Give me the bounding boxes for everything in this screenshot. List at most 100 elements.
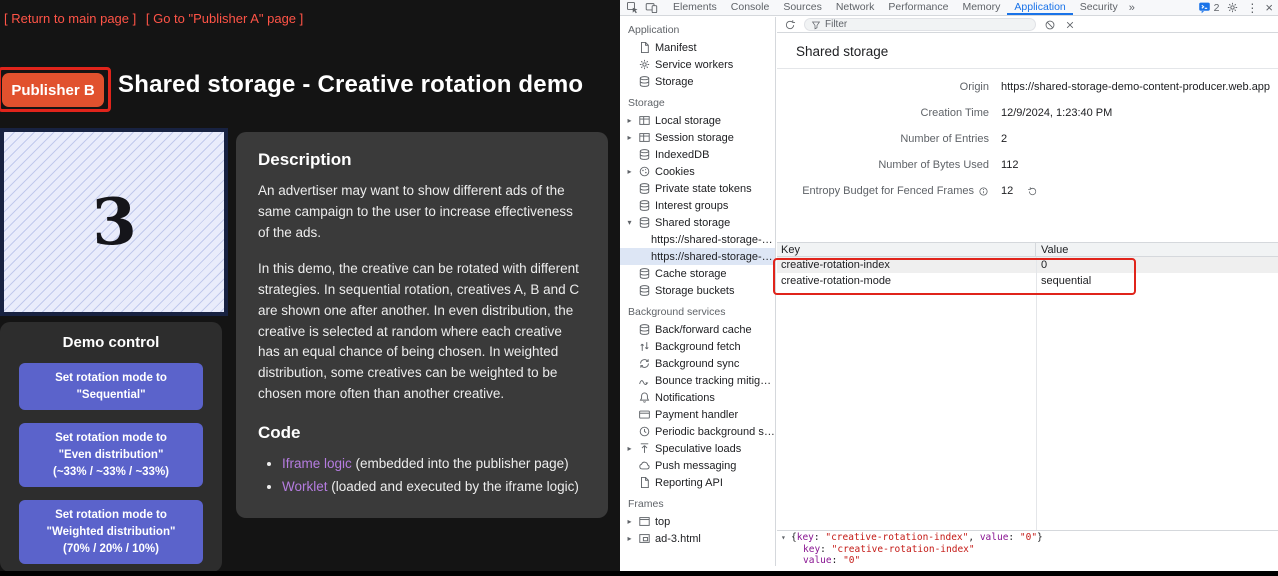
sidebar-item-label: https://shared-storage-d… xyxy=(651,251,775,263)
table-icon xyxy=(638,114,651,127)
set-rotation-weighted-distribution-button[interactable]: Set rotation mode to"Weighted distributi… xyxy=(19,500,203,564)
set-rotation-even-distribution-button[interactable]: Set rotation mode to"Even distribution"(… xyxy=(19,423,203,487)
clear-all-icon[interactable] xyxy=(1044,19,1056,31)
cell-value: 0 xyxy=(1036,259,1047,271)
chevron-right-icon[interactable]: ▸ xyxy=(625,517,634,526)
sidebar-item-label: Storage xyxy=(655,76,694,88)
sidebar-item-back-forward-cache[interactable]: Back/forward cache xyxy=(620,321,775,338)
page-nav: [ Return to main page ] [ Go to "Publish… xyxy=(4,11,309,26)
chevron-right-icon[interactable]: ▸ xyxy=(625,167,634,176)
console-message-badge[interactable]: 2 xyxy=(1198,1,1220,14)
tab-console[interactable]: Console xyxy=(724,0,777,15)
sidebar-item-label: Push messaging xyxy=(655,460,736,472)
sidebar-item-speculative-loads[interactable]: ▸ Speculative loads xyxy=(620,440,775,457)
sidebar-item-background-fetch[interactable]: Background fetch xyxy=(620,338,775,355)
sidebar-item-local-storage[interactable]: ▸Local storage xyxy=(620,112,775,129)
chevron-down-icon[interactable]: ▾ xyxy=(625,218,634,227)
info-icon[interactable] xyxy=(978,186,989,197)
sidebar-item-storage-buckets[interactable]: Storage buckets xyxy=(620,282,775,299)
more-tabs-chevron[interactable]: » xyxy=(1125,2,1139,14)
settings-gear-icon[interactable] xyxy=(1226,1,1239,14)
shared-storage-view: Filter Shared storage Originhttps://shar… xyxy=(777,17,1278,566)
sidebar-item-indexeddb[interactable]: IndexedDB xyxy=(620,146,775,163)
tab-application[interactable]: Application xyxy=(1007,0,1072,15)
sidebar-item-cookies[interactable]: ▸Cookies xyxy=(620,163,775,180)
table-row[interactable]: creative-rotation-index0 xyxy=(777,257,1278,273)
sidebar-item-label: Interest groups xyxy=(655,200,728,212)
sidebar-item-frame-ad-3[interactable]: ▸ ad-3.html xyxy=(620,530,775,547)
tab-elements[interactable]: Elements xyxy=(666,0,724,15)
iframe-logic-link[interactable]: Iframe logic xyxy=(282,456,352,471)
sidebar-item-label: Storage buckets xyxy=(655,285,735,297)
sidebar-item-session-storage[interactable]: ▸Session storage xyxy=(620,129,775,146)
up-arrow-icon xyxy=(638,442,651,455)
sidebar-item-bounce-tracking-mitigations[interactable]: Bounce tracking mitiga… xyxy=(620,372,775,389)
publisher-b-badge: Publisher B xyxy=(2,73,104,107)
chevron-right-icon[interactable]: ▸ xyxy=(625,444,634,453)
set-rotation-sequential-button[interactable]: Set rotation mode to"Sequential" xyxy=(19,363,203,410)
device-toolbar-icon[interactable] xyxy=(645,1,658,14)
publisher-page: [ Return to main page ] [ Go to "Publish… xyxy=(0,0,620,571)
database-icon xyxy=(638,199,651,212)
sidebar-item-frame-top[interactable]: ▸ top xyxy=(620,513,775,530)
file-icon xyxy=(638,476,651,489)
column-header-key[interactable]: Key xyxy=(777,243,1036,256)
ad-creative: 3 xyxy=(0,128,228,316)
worklet-link[interactable]: Worklet xyxy=(282,479,328,494)
sidebar-item-push-messaging[interactable]: Push messaging xyxy=(620,457,775,474)
sidebar-item-payment-handler[interactable]: Payment handler xyxy=(620,406,775,423)
sidebar-item-shared-storage-origin-1[interactable]: https://shared-storage-d… xyxy=(620,231,775,248)
sidebar-item-label: Back/forward cache xyxy=(655,324,752,336)
sidebar-item-private-state-tokens[interactable]: Private state tokens xyxy=(620,180,775,197)
table-row[interactable]: creative-rotation-modesequential xyxy=(777,273,1278,289)
sidebar-item-label: https://shared-storage-d… xyxy=(651,234,775,246)
go-publisher-a-link[interactable]: [ Go to "Publisher A" page ] xyxy=(146,11,303,26)
sidebar-section-title: Frames xyxy=(620,491,775,513)
sidebar-item-notifications[interactable]: Notifications xyxy=(620,389,775,406)
sidebar-item-manifest[interactable]: Manifest xyxy=(620,39,775,56)
kebab-menu-icon[interactable]: ⋮ xyxy=(1246,1,1258,15)
service-worker-icon xyxy=(638,58,651,71)
table-body: creative-rotation-index0creative-rotatio… xyxy=(777,257,1278,530)
metadata-label: Origin xyxy=(777,81,1001,93)
chevron-right-icon[interactable]: ▸ xyxy=(625,534,634,543)
sidebar-item-shared-storage-origin-2[interactable]: https://shared-storage-d… xyxy=(620,248,775,265)
devtools-tabbar: ElementsConsoleSourcesNetworkPerformance… xyxy=(620,0,1278,16)
return-main-page-link[interactable]: [ Return to main page ] xyxy=(4,11,136,26)
tab-network[interactable]: Network xyxy=(829,0,882,15)
chevron-right-icon[interactable]: ▸ xyxy=(625,116,634,125)
sidebar-item-label: Speculative loads xyxy=(655,443,741,455)
sidebar-item-label: top xyxy=(655,516,670,528)
sidebar-item-interest-groups[interactable]: Interest groups xyxy=(620,197,775,214)
sidebar-item-label: ad-3.html xyxy=(655,533,701,545)
tab-sources[interactable]: Sources xyxy=(776,0,829,15)
reset-icon[interactable] xyxy=(1027,186,1038,197)
sidebar-item-storage[interactable]: Storage xyxy=(620,73,775,90)
sidebar-item-label: Bounce tracking mitiga… xyxy=(655,375,775,387)
sidebar-item-background-sync[interactable]: Background sync xyxy=(620,355,775,372)
filter-funnel-icon xyxy=(811,20,821,30)
description-paragraph-2: In this demo, the creative can be rotate… xyxy=(258,259,586,405)
tab-security[interactable]: Security xyxy=(1073,0,1125,15)
sidebar-item-reporting-api[interactable]: Reporting API xyxy=(620,474,775,491)
sidebar-item-shared-storage[interactable]: ▾Shared storage xyxy=(620,214,775,231)
inspect-icon[interactable] xyxy=(626,1,639,14)
refresh-icon[interactable] xyxy=(784,19,796,31)
sidebar-item-label: Periodic background s… xyxy=(655,426,775,438)
tab-memory[interactable]: Memory xyxy=(955,0,1007,15)
sidebar-item-cache-storage[interactable]: Cache storage xyxy=(620,265,775,282)
tab-performance[interactable]: Performance xyxy=(881,0,955,15)
chevron-right-icon[interactable]: ▸ xyxy=(625,133,634,142)
sidebar-item-periodic-background-sync[interactable]: Periodic background s… xyxy=(620,423,775,440)
close-devtools-icon[interactable]: × xyxy=(1265,0,1273,15)
filter-input[interactable]: Filter xyxy=(804,18,1036,31)
code-bullet: Iframe logic (embedded into the publishe… xyxy=(282,454,586,475)
delete-selected-icon[interactable] xyxy=(1064,19,1076,31)
column-header-value[interactable]: Value xyxy=(1036,244,1068,256)
creative-number: 3 xyxy=(90,184,137,261)
code-bullet: Worklet (loaded and executed by the ifra… xyxy=(282,477,586,498)
metadata-row: Creation Time12/9/2024, 1:23:40 PM xyxy=(777,100,1278,126)
preview-line: key: "creative-rotation-index" xyxy=(803,544,1274,556)
sidebar-item-service-workers[interactable]: Service workers xyxy=(620,56,775,73)
expand-arrow-icon[interactable]: ▾ xyxy=(781,532,791,544)
